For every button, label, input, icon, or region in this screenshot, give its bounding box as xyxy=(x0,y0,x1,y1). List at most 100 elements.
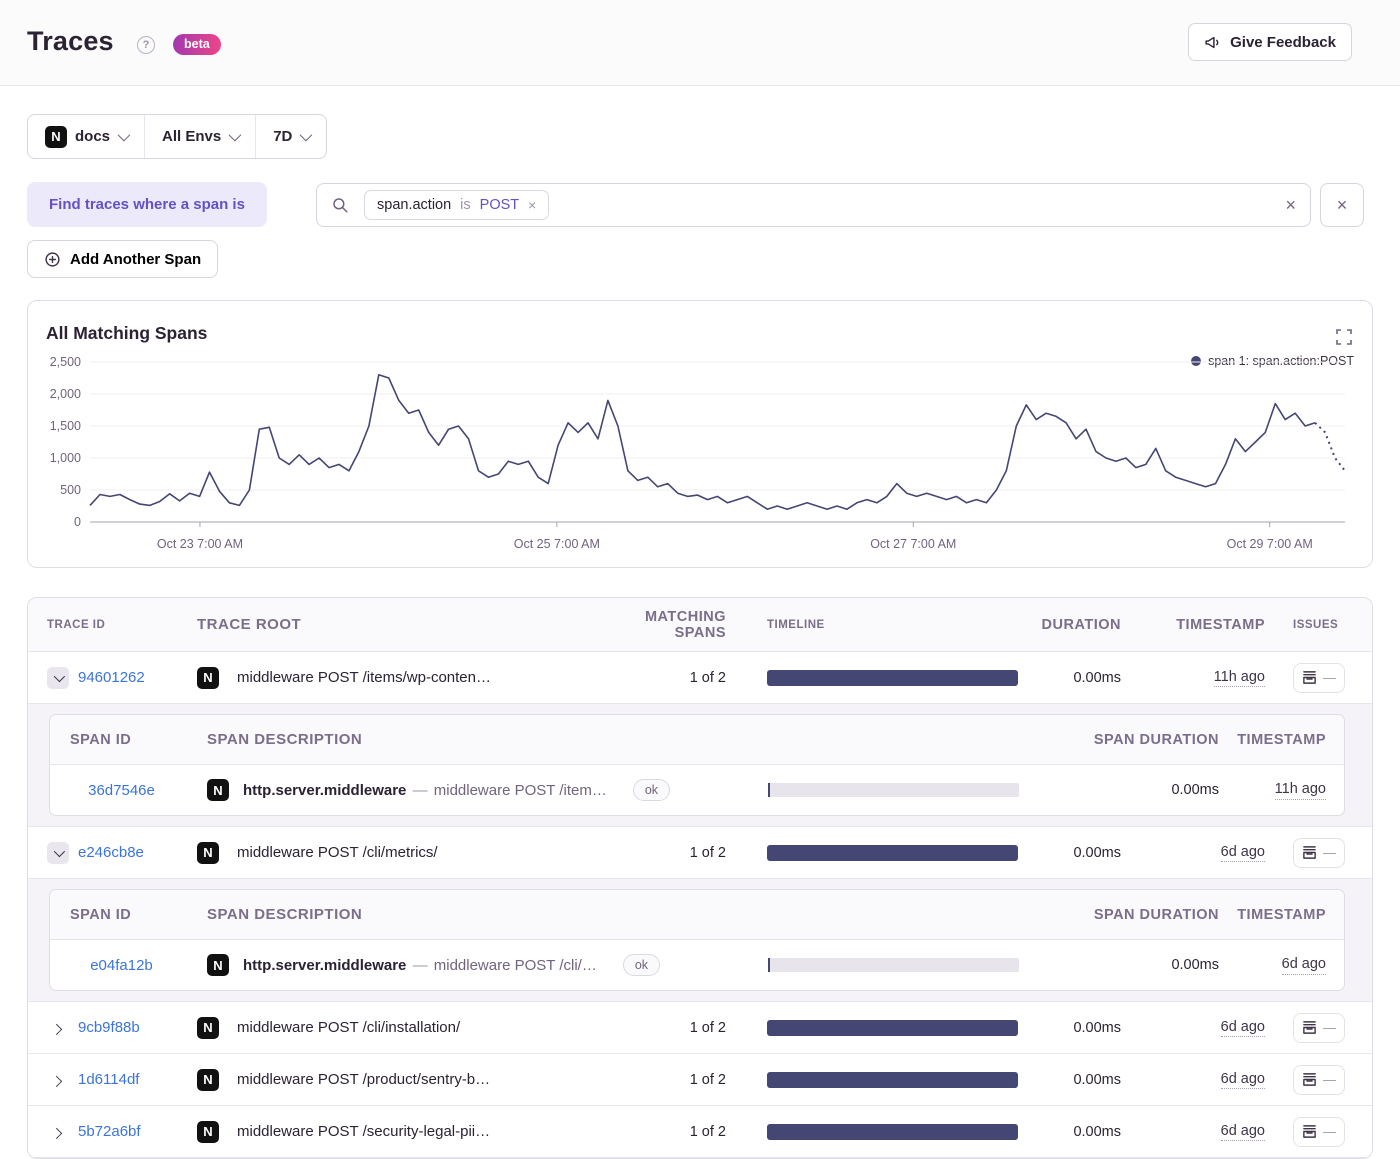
give-feedback-label: Give Feedback xyxy=(1230,33,1336,51)
duration-value: 0.00ms xyxy=(1073,1019,1121,1036)
trace-id-link[interactable]: 9cb9f88b xyxy=(78,1019,140,1036)
environment-selector-label: All Envs xyxy=(162,128,222,145)
span-timeline-bar[interactable] xyxy=(768,783,1019,797)
clear-search-icon[interactable]: × xyxy=(1285,196,1296,214)
help-icon[interactable]: ? xyxy=(137,36,155,54)
duration-value: 0.00ms xyxy=(1073,844,1121,861)
span-row: 36d7546e N http.server.middleware — midd… xyxy=(50,765,1344,815)
svg-text:Oct 23 7:00 AM: Oct 23 7:00 AM xyxy=(157,537,243,551)
span-op: http.server.middleware xyxy=(243,781,407,799)
col-span-timestamp: Timestamp xyxy=(1237,906,1326,923)
nextjs-project-icon: N xyxy=(207,954,229,976)
page-filter-bar: N docs All Envs 7D xyxy=(27,114,328,159)
find-traces-chip: Find traces where a span is xyxy=(27,182,267,227)
timestamp-value[interactable]: 11h ago xyxy=(1213,668,1265,688)
give-feedback-button[interactable]: Give Feedback xyxy=(1188,23,1352,61)
trace-id-link[interactable]: e246cb8e xyxy=(78,844,144,861)
description-separator: — xyxy=(412,956,428,974)
matching-spans-count: 1 of 2 xyxy=(689,1071,726,1088)
col-matching-spans: Matching Spans xyxy=(644,608,726,641)
chevron-right-icon xyxy=(50,1023,63,1035)
nextjs-project-icon: N xyxy=(45,125,67,148)
span-search-input[interactable]: span.action is POST × × xyxy=(316,183,1311,227)
timeline-bar[interactable] xyxy=(767,844,1018,861)
timeline-bar[interactable] xyxy=(767,669,1018,686)
collapse-row-button[interactable] xyxy=(47,841,69,864)
timestamp-value[interactable]: 6d ago xyxy=(1220,1070,1265,1090)
issues-button[interactable]: — xyxy=(1293,662,1345,693)
svg-text:2,000: 2,000 xyxy=(50,387,81,401)
issues-icon xyxy=(1303,671,1316,684)
col-span-id: Span ID xyxy=(70,906,132,923)
traces-page: Traces ? beta Give Feedback N docs All E… xyxy=(0,0,1400,1159)
table-row: e246cb8e N middleware POST /cli/metrics/… xyxy=(28,827,1372,879)
span-timestamp-value[interactable]: 6d ago xyxy=(1281,955,1326,975)
timestamp-value[interactable]: 6d ago xyxy=(1220,843,1265,863)
filter-token-value: POST xyxy=(479,197,520,213)
table-row: 1d6114df N middleware POST /product/sent… xyxy=(28,1054,1372,1106)
duration-value: 0.00ms xyxy=(1073,669,1121,686)
expand-row-button[interactable] xyxy=(47,1069,69,1091)
all-matching-spans-panel: All Matching Spans span 1: span.action:P… xyxy=(27,300,1373,568)
issues-button[interactable]: — xyxy=(1293,1116,1345,1147)
trace-id-link[interactable]: 94601262 xyxy=(78,669,145,686)
table-row: 5b72a6bf N middleware POST /security-leg… xyxy=(28,1106,1372,1158)
issues-button[interactable]: — xyxy=(1293,1064,1345,1095)
issues-empty-dash: — xyxy=(1323,1124,1336,1139)
search-filter-token[interactable]: span.action is POST × xyxy=(364,190,550,220)
expand-row-button[interactable] xyxy=(47,1017,69,1039)
delete-span-condition-button[interactable]: × xyxy=(1320,183,1364,227)
page-title: Traces xyxy=(27,26,114,56)
issues-button[interactable]: — xyxy=(1293,1012,1345,1043)
issues-icon xyxy=(1303,1073,1316,1086)
expanded-span-panel: Span ID Span Description Span Duration T… xyxy=(28,879,1372,1002)
chevron-down-icon xyxy=(53,845,66,857)
nextjs-project-icon: N xyxy=(197,1068,219,1091)
col-duration: Duration xyxy=(1041,616,1121,633)
beta-badge: beta xyxy=(173,34,221,55)
span-description-text: middleware POST /cli/… xyxy=(433,956,597,974)
expanded-span-panel: Span ID Span Description Span Duration T… xyxy=(28,704,1372,827)
issues-button[interactable]: — xyxy=(1293,837,1345,868)
timeline-bar[interactable] xyxy=(767,1071,1018,1088)
span-timeline-bar[interactable] xyxy=(768,958,1019,972)
chevron-down-icon xyxy=(299,128,313,142)
table-row: 94601262 N middleware POST /items/wp-con… xyxy=(28,652,1372,704)
col-trace-root: Trace Root xyxy=(197,616,302,633)
chevron-right-icon xyxy=(50,1127,63,1139)
timeline-bar[interactable] xyxy=(767,1019,1018,1036)
span-description: http.server.middleware — middleware POST… xyxy=(243,782,607,799)
span-table-header-row: Span ID Span Description Span Duration T… xyxy=(50,715,1344,765)
span-timestamp-value[interactable]: 11h ago xyxy=(1274,780,1326,800)
span-id-link[interactable]: e04fa12b xyxy=(90,957,153,974)
issues-icon xyxy=(1303,1125,1316,1138)
span-row: e04fa12b N http.server.middleware — midd… xyxy=(50,940,1344,990)
span-description: http.server.middleware — middleware POST… xyxy=(243,957,597,974)
timestamp-value[interactable]: 6d ago xyxy=(1220,1018,1265,1038)
col-issues: Issues xyxy=(1293,618,1339,631)
svg-text:0: 0 xyxy=(74,515,81,529)
nextjs-project-icon: N xyxy=(207,779,229,801)
trace-id-link[interactable]: 1d6114df xyxy=(78,1071,139,1088)
trace-root-text: middleware POST /product/sentry-b… xyxy=(237,1071,491,1088)
collapse-row-button[interactable] xyxy=(47,666,69,689)
matching-spans-count: 1 of 2 xyxy=(689,1123,726,1140)
span-sub-table: Span ID Span Description Span Duration T… xyxy=(49,889,1345,991)
add-another-span-button[interactable]: Add Another Span xyxy=(27,240,219,278)
col-trace-id: Trace ID xyxy=(47,618,106,631)
project-selector[interactable]: N docs xyxy=(28,115,144,158)
filter-token-operator: is xyxy=(460,197,471,213)
table-header-row: Trace ID Trace Root Matching Spans Timel… xyxy=(28,598,1372,652)
chevron-down-icon xyxy=(117,128,131,142)
close-icon: × xyxy=(1336,195,1348,215)
span-id-link[interactable]: 36d7546e xyxy=(88,782,155,799)
timestamp-value[interactable]: 6d ago xyxy=(1220,1122,1265,1142)
remove-token-icon[interactable]: × xyxy=(528,198,536,212)
span-status-badge: ok xyxy=(632,779,671,801)
expand-row-button[interactable] xyxy=(47,1121,69,1143)
date-range-selector[interactable]: 7D xyxy=(255,115,326,158)
timeline-bar[interactable] xyxy=(767,1123,1018,1140)
trace-id-link[interactable]: 5b72a6bf xyxy=(78,1123,141,1140)
spans-chart: 0 500 1,000 1,500 2,000 2,500 Oct 23 7:00 AM Oc… xyxy=(50,355,1346,551)
environment-selector[interactable]: All Envs xyxy=(144,115,255,158)
